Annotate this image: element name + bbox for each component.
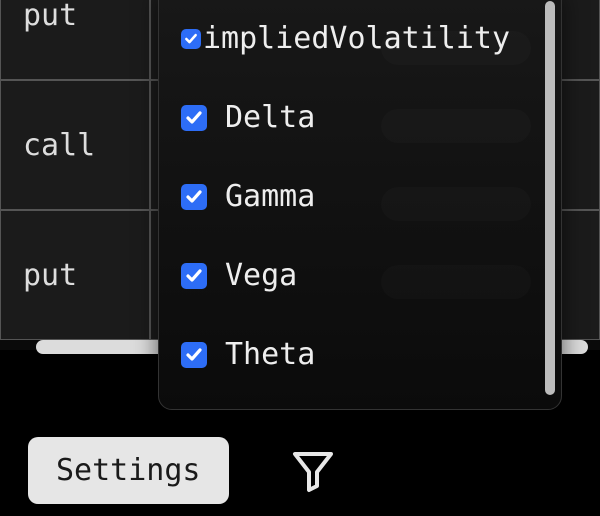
ghost-pill	[381, 187, 531, 221]
option-label: Vega	[225, 258, 297, 293]
bottom-toolbar: Settings	[0, 424, 600, 516]
checkbox-checked-icon[interactable]	[181, 263, 207, 289]
option-theta[interactable]: Theta	[181, 337, 539, 372]
filter-icon[interactable]	[289, 446, 337, 494]
checkbox-checked-icon[interactable]	[181, 184, 207, 210]
app-stage: put call put im	[0, 0, 600, 516]
checkbox-checked-icon[interactable]	[181, 105, 207, 131]
column-picker-popup: impliedVolatility Delta Gamma Vega Theta	[158, 0, 562, 410]
option-label: Delta	[225, 100, 315, 135]
ghost-pill	[381, 265, 531, 299]
option-label: Gamma	[225, 179, 315, 214]
cell-type: call	[0, 80, 150, 210]
cell-type-text: put	[23, 258, 77, 293]
cell-type: put	[0, 0, 150, 80]
cell-type-text: put	[23, 0, 77, 33]
cell-type-text: call	[23, 128, 95, 163]
ghost-pill	[381, 31, 531, 65]
checkbox-checked-icon[interactable]	[181, 29, 201, 49]
option-label: Theta	[225, 337, 315, 372]
checkbox-checked-icon[interactable]	[181, 342, 207, 368]
ghost-pill	[381, 109, 531, 143]
cell-type: put	[0, 210, 150, 340]
settings-button[interactable]: Settings	[28, 437, 229, 504]
popup-scrollbar[interactable]	[545, 1, 555, 395]
